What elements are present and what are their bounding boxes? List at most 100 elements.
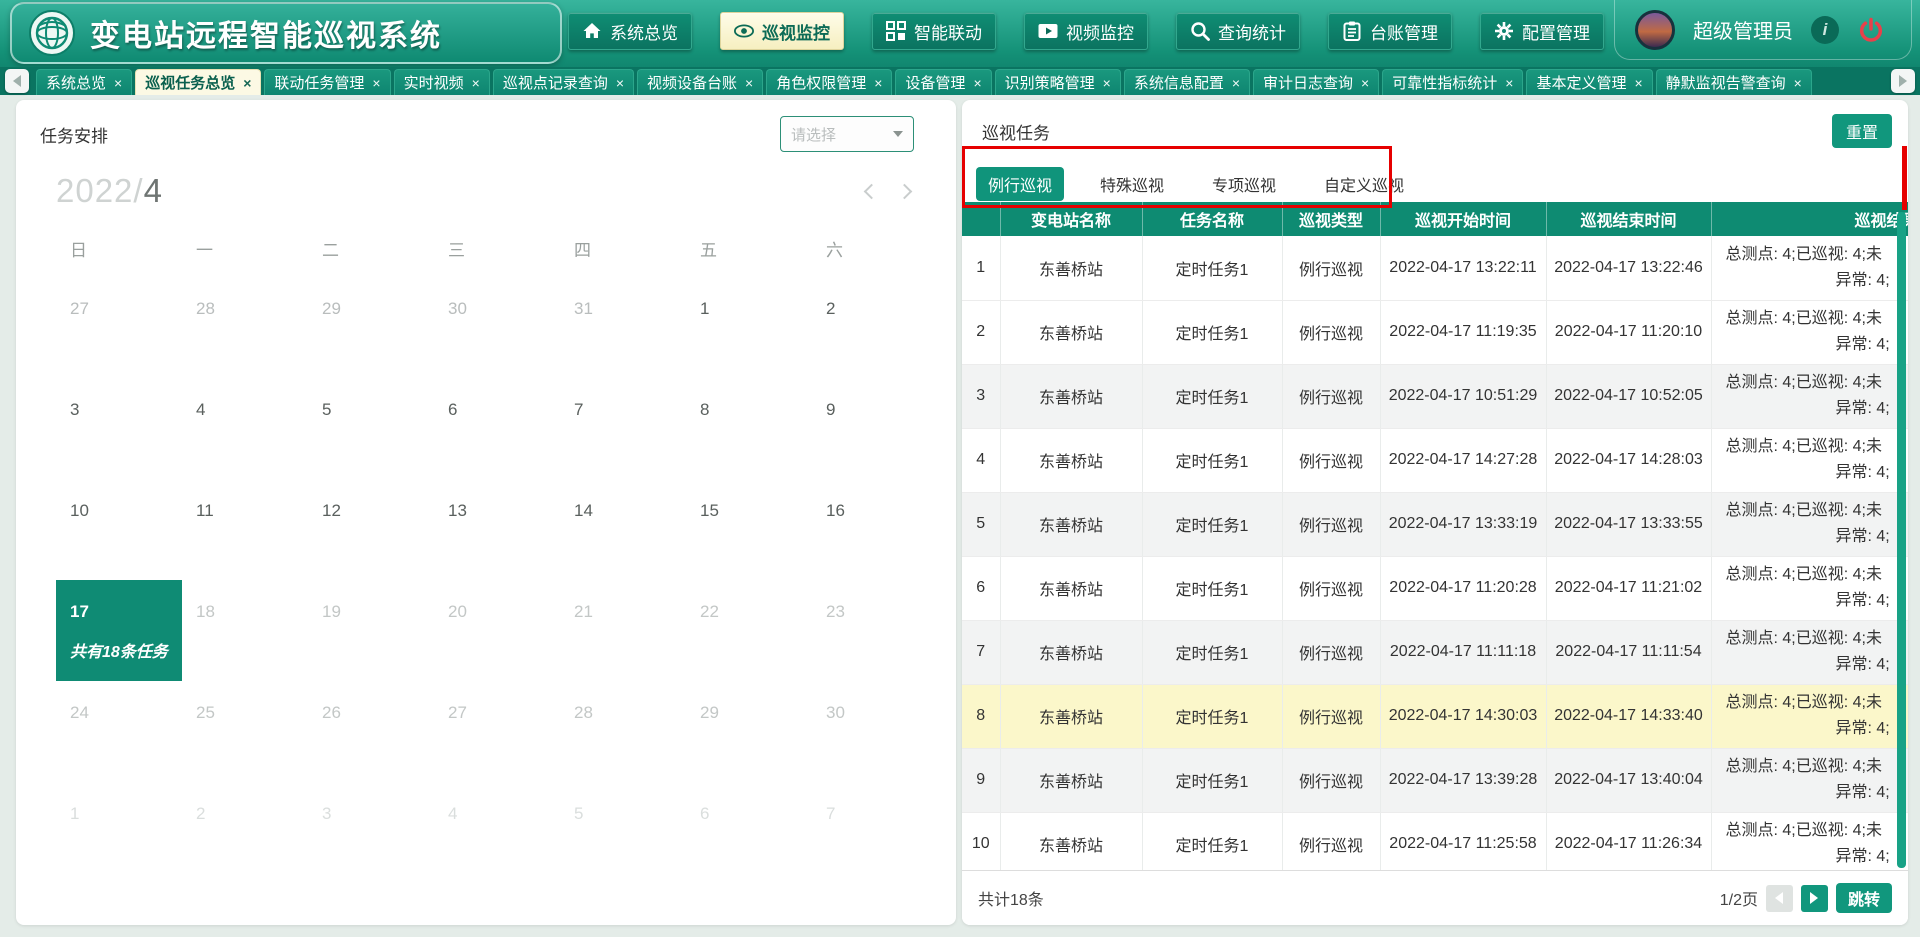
- close-icon[interactable]: [1634, 76, 1642, 90]
- user-avatar[interactable]: [1635, 10, 1675, 50]
- nav-button-配置管理[interactable]: 配置管理: [1480, 12, 1604, 50]
- calendar-day-cell[interactable]: 20: [434, 580, 560, 681]
- prev-page-button[interactable]: [1766, 885, 1793, 912]
- calendar-day-cell[interactable]: 28: [560, 681, 686, 782]
- calendar-day-cell[interactable]: 30: [812, 681, 938, 782]
- task-filter-select[interactable]: 请选择: [780, 116, 914, 152]
- close-icon[interactable]: [243, 76, 251, 90]
- calendar-prev-month-icon[interactable]: [864, 183, 880, 199]
- calendar-day-cell[interactable]: 3: [308, 782, 434, 883]
- close-icon[interactable]: [973, 76, 981, 90]
- calendar-day-cell[interactable]: 27: [56, 277, 182, 378]
- page-tab[interactable]: 静默监视告警查询: [1656, 69, 1812, 95]
- nav-button-视频监控[interactable]: 视频监控: [1024, 12, 1148, 50]
- table-vertical-scrollbar[interactable]: [1897, 212, 1906, 868]
- calendar-day-cell[interactable]: 7: [560, 378, 686, 479]
- close-icon[interactable]: [472, 76, 480, 90]
- close-icon[interactable]: [1794, 76, 1802, 90]
- calendar-day-cell[interactable]: 24: [56, 681, 182, 782]
- calendar-day-cell[interactable]: 13: [434, 479, 560, 580]
- page-tab[interactable]: 审计日志查询: [1253, 69, 1379, 95]
- jump-button[interactable]: 跳转: [1836, 883, 1892, 913]
- page-tab[interactable]: 可靠性指标统计: [1382, 69, 1523, 95]
- calendar-day-cell[interactable]: 29: [686, 681, 812, 782]
- page-tab[interactable]: 联动任务管理: [264, 69, 390, 95]
- close-icon[interactable]: [1361, 76, 1369, 90]
- page-tab[interactable]: 系统信息配置: [1124, 69, 1250, 95]
- calendar-day-cell[interactable]: 6: [434, 378, 560, 479]
- calendar-day-cell[interactable]: 1: [56, 782, 182, 883]
- close-icon[interactable]: [1232, 76, 1240, 90]
- close-icon[interactable]: [1103, 76, 1111, 90]
- calendar-day-cell[interactable]: 19: [308, 580, 434, 681]
- calendar-day-cell[interactable]: 27: [434, 681, 560, 782]
- power-logout-icon[interactable]: [1857, 16, 1885, 44]
- calendar-next-month-icon[interactable]: [897, 183, 913, 199]
- nav-button-智能联动[interactable]: 智能联动: [872, 12, 996, 50]
- page-tab[interactable]: 角色权限管理: [766, 69, 892, 95]
- calendar-day-cell[interactable]: 23: [812, 580, 938, 681]
- nav-button-查询统计[interactable]: 查询统计: [1176, 12, 1300, 50]
- calendar-day-cell[interactable]: 31: [560, 277, 686, 378]
- calendar-day-cell[interactable]: 5: [308, 378, 434, 479]
- page-tab[interactable]: 识别策略管理: [995, 69, 1121, 95]
- calendar-day-cell[interactable]: 21: [560, 580, 686, 681]
- close-icon[interactable]: [372, 76, 380, 90]
- table-row[interactable]: 5 东善桥站 定时任务1 例行巡视 2022-04-17 13:33:19 20…: [962, 492, 1908, 556]
- calendar-day-cell[interactable]: 10: [56, 479, 182, 580]
- calendar-day-cell[interactable]: 2: [812, 277, 938, 378]
- inspection-type-tab[interactable]: 特殊巡视: [1088, 167, 1176, 201]
- page-tab[interactable]: 视频设备台账: [637, 69, 763, 95]
- tabs-scroll-left-icon[interactable]: [5, 69, 29, 93]
- calendar-day-cell[interactable]: 28: [182, 277, 308, 378]
- table-row[interactable]: 1 东善桥站 定时任务1 例行巡视 2022-04-17 13:22:11 20…: [962, 236, 1908, 300]
- nav-button-台账管理[interactable]: 台账管理: [1328, 12, 1452, 50]
- close-icon[interactable]: [745, 76, 753, 90]
- tabs-scroll-right-icon[interactable]: [1891, 69, 1915, 93]
- calendar-day-cell[interactable]: 4: [182, 378, 308, 479]
- table-row[interactable]: 3 东善桥站 定时任务1 例行巡视 2022-04-17 10:51:29 20…: [962, 364, 1908, 428]
- calendar-day-cell[interactable]: 9: [812, 378, 938, 479]
- page-tab[interactable]: 巡视任务总览: [135, 69, 261, 95]
- table-row[interactable]: 8 东善桥站 定时任务1 例行巡视 2022-04-17 14:30:03 20…: [962, 684, 1908, 748]
- calendar-day-cell[interactable]: 4: [434, 782, 560, 883]
- table-row[interactable]: 9 东善桥站 定时任务1 例行巡视 2022-04-17 13:39:28 20…: [962, 748, 1908, 812]
- nav-button-巡视监控[interactable]: 巡视监控: [720, 12, 844, 50]
- page-tab[interactable]: 实时视频: [394, 69, 490, 95]
- calendar-day-cell[interactable]: 30: [434, 277, 560, 378]
- info-icon[interactable]: [1811, 16, 1839, 44]
- nav-button-系统总览[interactable]: 系统总览: [568, 12, 692, 50]
- calendar-day-cell[interactable]: 5: [560, 782, 686, 883]
- table-row[interactable]: 4 东善桥站 定时任务1 例行巡视 2022-04-17 14:27:28 20…: [962, 428, 1908, 492]
- calendar-day-cell[interactable]: 29: [308, 277, 434, 378]
- calendar-day-cell[interactable]: 18: [182, 580, 308, 681]
- calendar-day-cell[interactable]: 25: [182, 681, 308, 782]
- calendar-day-cell[interactable]: 2: [182, 782, 308, 883]
- calendar-day-cell[interactable]: 12: [308, 479, 434, 580]
- table-row[interactable]: 6 东善桥站 定时任务1 例行巡视 2022-04-17 11:20:28 20…: [962, 556, 1908, 620]
- page-tab[interactable]: 基本定义管理: [1526, 69, 1652, 95]
- table-row[interactable]: 10 东善桥站 定时任务1 例行巡视 2022-04-17 11:25:58 2…: [962, 812, 1908, 870]
- calendar-day-cell[interactable]: 26: [308, 681, 434, 782]
- page-tab[interactable]: 巡视点记录查询: [493, 69, 634, 95]
- inspection-type-tab[interactable]: 专项巡视: [1200, 167, 1288, 201]
- calendar-day-cell[interactable]: 8: [686, 378, 812, 479]
- calendar-day-cell[interactable]: 11: [182, 479, 308, 580]
- close-icon[interactable]: [114, 76, 122, 90]
- table-row[interactable]: 7 东善桥站 定时任务1 例行巡视 2022-04-17 11:11:18 20…: [962, 620, 1908, 684]
- table-row[interactable]: 2 东善桥站 定时任务1 例行巡视 2022-04-17 11:19:35 20…: [962, 300, 1908, 364]
- calendar-day-cell[interactable]: 3: [56, 378, 182, 479]
- calendar-day-cell[interactable]: 6: [686, 782, 812, 883]
- calendar-day-cell[interactable]: 14: [560, 479, 686, 580]
- calendar-day-cell[interactable]: 15: [686, 479, 812, 580]
- inspection-type-tab[interactable]: 自定义巡视: [1312, 167, 1416, 201]
- close-icon[interactable]: [874, 76, 882, 90]
- calendar-day-cell[interactable]: 22: [686, 580, 812, 681]
- calendar-day-cell[interactable]: 7: [812, 782, 938, 883]
- inspection-type-tab[interactable]: 例行巡视: [976, 167, 1064, 201]
- close-icon[interactable]: [616, 76, 624, 90]
- page-tab[interactable]: 设备管理: [895, 69, 991, 95]
- next-page-button[interactable]: [1801, 885, 1828, 912]
- calendar-day-cell[interactable]: 1: [686, 277, 812, 378]
- calendar-day-cell[interactable]: 17 共有18条任务: [56, 580, 182, 681]
